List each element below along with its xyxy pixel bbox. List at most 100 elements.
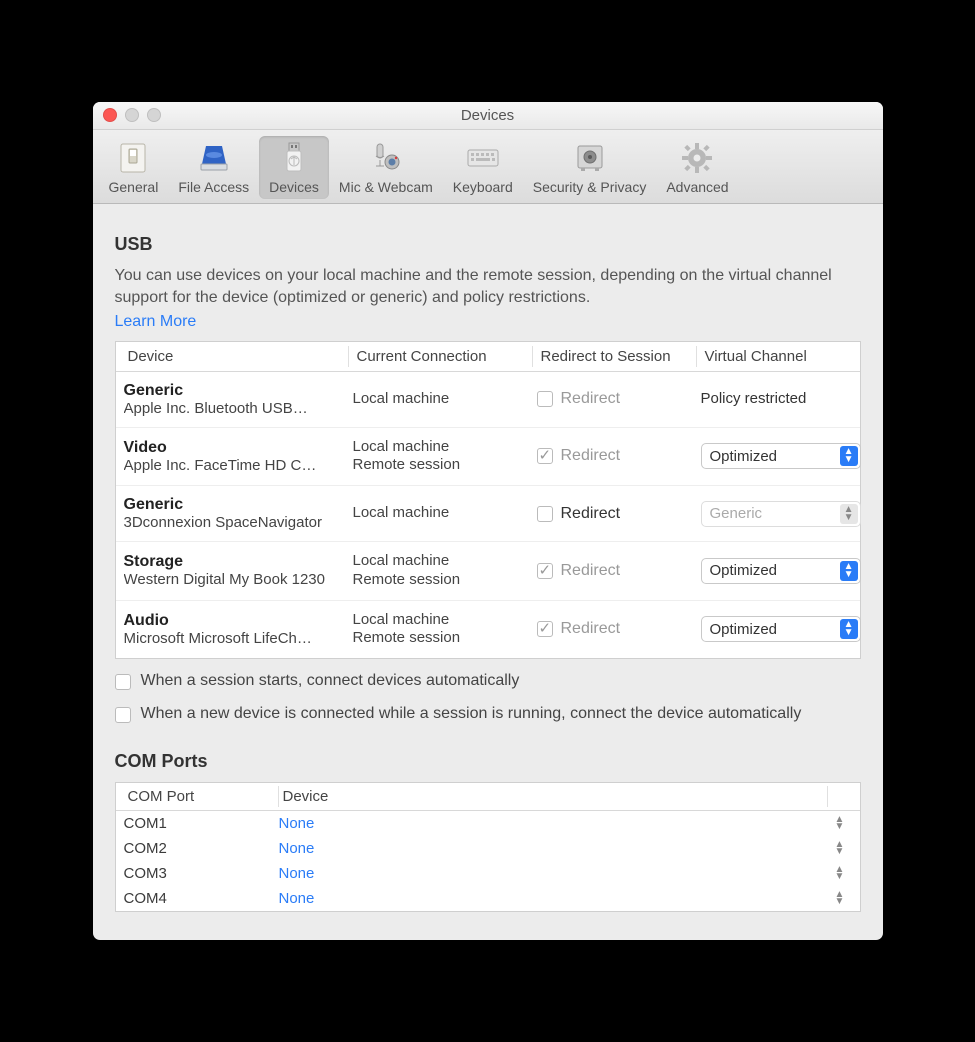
- usb-table-header: Device Current Connection Redirect to Se…: [116, 342, 860, 372]
- checkbox-icon[interactable]: [537, 506, 553, 522]
- checkbox-label: When a session starts, connect devices a…: [141, 671, 520, 692]
- current-connection: Local machine: [353, 504, 533, 523]
- usb-row: Audio Microsoft Microsoft LifeCh… Local m…: [116, 600, 860, 659]
- com-section-title: COM Ports: [115, 751, 861, 772]
- tab-security-privacy[interactable]: Security & Privacy: [523, 136, 657, 199]
- redirect-checkbox: Redirect: [537, 620, 697, 638]
- minimize-button[interactable]: [125, 108, 139, 122]
- chevron-updown-icon: ▲▼: [844, 621, 854, 637]
- redirect-label: Redirect: [561, 390, 621, 408]
- vault-icon: [572, 140, 608, 176]
- auto-connect-on-start[interactable]: When a session starts, connect devices a…: [115, 671, 861, 692]
- titlebar: Devices: [93, 102, 883, 130]
- checkbox-icon[interactable]: [115, 674, 131, 690]
- preferences-toolbar: General File Access Devices Mic & Webcam…: [93, 130, 883, 204]
- redirect-label: Redirect: [561, 620, 621, 638]
- com-device-select[interactable]: None: [279, 865, 828, 882]
- redirect-checkbox: Redirect: [537, 390, 697, 408]
- current-connection: Local machineRemote session: [353, 438, 533, 476]
- virtual-channel-select[interactable]: Generic ▲▼: [701, 501, 861, 527]
- switch-icon: [115, 140, 151, 176]
- tab-label: Keyboard: [453, 179, 513, 195]
- tab-general[interactable]: General: [99, 136, 169, 199]
- usb-row: Generic Apple Inc. Bluetooth USB…Local m…: [116, 372, 860, 427]
- device-name: Apple Inc. Bluetooth USB…: [124, 400, 339, 417]
- device-name: 3Dconnexion SpaceNavigator: [124, 514, 339, 531]
- checkbox-icon: [537, 391, 553, 407]
- com-row: COM4 None ▲▼: [116, 886, 860, 911]
- usb-row: Generic 3Dconnexion SpaceNavigator Local …: [116, 485, 860, 541]
- com-port-name: COM1: [124, 815, 279, 832]
- usb-row: Storage Western Digital My Book 1230 Loca…: [116, 541, 860, 600]
- com-table-header: COM Port Device: [116, 783, 860, 811]
- chevron-updown-icon[interactable]: ▲▼: [828, 866, 852, 880]
- com-device-select[interactable]: None: [279, 840, 828, 857]
- drive-icon: [196, 140, 232, 176]
- current-connection: Local machineRemote session: [353, 552, 533, 590]
- col-com-port: COM Port: [124, 786, 279, 807]
- com-device-select[interactable]: None: [279, 815, 828, 832]
- checkbox-label: When a new device is connected while a s…: [141, 704, 802, 725]
- tab-label: Advanced: [666, 179, 728, 195]
- virtual-channel-select[interactable]: Optimized ▲▼: [701, 558, 861, 584]
- device-kind: Video: [124, 439, 349, 457]
- virtual-channel-select[interactable]: Optimized ▲▼: [701, 443, 861, 469]
- checkbox-icon[interactable]: [115, 707, 131, 723]
- redirect-checkbox[interactable]: Redirect: [537, 505, 697, 523]
- tab-file-access[interactable]: File Access: [168, 136, 259, 199]
- com-device-select[interactable]: None: [279, 890, 828, 907]
- redirect-checkbox: Redirect: [537, 562, 697, 580]
- usb-table: Device Current Connection Redirect to Se…: [115, 341, 861, 660]
- device-kind: Storage: [124, 553, 349, 571]
- tab-label: Security & Privacy: [533, 179, 647, 195]
- tab-label: Mic & Webcam: [339, 179, 433, 195]
- usb-row: Video Apple Inc. FaceTime HD C…Local mac…: [116, 427, 860, 486]
- device-name: Microsoft Microsoft LifeCh…: [124, 630, 339, 647]
- gear-icon: [679, 140, 715, 176]
- keyboard-icon: [465, 140, 501, 176]
- com-table: COM Port Device COM1 None ▲▼ COM2 None ▲…: [115, 782, 861, 912]
- chevron-updown-icon: ▲▼: [844, 448, 854, 464]
- com-row: COM3 None ▲▼: [116, 861, 860, 886]
- virtual-channel-text: Policy restricted: [701, 390, 807, 407]
- chevron-updown-icon[interactable]: ▲▼: [828, 841, 852, 855]
- checkbox-icon: [537, 448, 553, 464]
- redirect-label: Redirect: [561, 562, 621, 580]
- select-value: Optimized: [710, 448, 778, 465]
- tab-label: Devices: [269, 179, 319, 195]
- window-title: Devices: [461, 107, 514, 124]
- redirect-label: Redirect: [561, 505, 621, 523]
- tab-devices[interactable]: Devices: [259, 136, 329, 199]
- col-device: Device: [124, 346, 349, 367]
- chevron-updown-icon: ▲▼: [844, 563, 854, 579]
- redirect-checkbox: Redirect: [537, 447, 697, 465]
- tab-advanced[interactable]: Advanced: [656, 136, 738, 199]
- chevron-updown-icon: ▲▼: [844, 506, 854, 522]
- device-kind: Audio: [124, 612, 349, 630]
- zoom-button[interactable]: [147, 108, 161, 122]
- learn-more-link[interactable]: Learn More: [115, 313, 197, 330]
- com-port-name: COM2: [124, 840, 279, 857]
- tab-label: File Access: [178, 179, 249, 195]
- checkbox-icon: [537, 621, 553, 637]
- current-connection: Local machineRemote session: [353, 611, 533, 649]
- auto-connect-new-device[interactable]: When a new device is connected while a s…: [115, 704, 861, 725]
- close-button[interactable]: [103, 108, 117, 122]
- tab-keyboard[interactable]: Keyboard: [443, 136, 523, 199]
- col-current-connection: Current Connection: [353, 346, 533, 367]
- select-value: Optimized: [710, 621, 778, 638]
- checkbox-icon: [537, 563, 553, 579]
- tab-label: General: [109, 179, 159, 195]
- select-value: Generic: [710, 505, 763, 522]
- mic-webcam-icon: [368, 140, 404, 176]
- select-value: Optimized: [710, 562, 778, 579]
- traffic-lights: [103, 108, 161, 122]
- chevron-updown-icon[interactable]: ▲▼: [828, 816, 852, 830]
- device-name: Western Digital My Book 1230: [124, 571, 339, 588]
- col-redirect: Redirect to Session: [537, 346, 697, 367]
- chevron-updown-icon[interactable]: ▲▼: [828, 891, 852, 905]
- tab-mic-webcam[interactable]: Mic & Webcam: [329, 136, 443, 199]
- com-row: COM1 None ▲▼: [116, 811, 860, 836]
- virtual-channel-select[interactable]: Optimized ▲▼: [701, 616, 861, 642]
- com-row: COM2 None ▲▼: [116, 836, 860, 861]
